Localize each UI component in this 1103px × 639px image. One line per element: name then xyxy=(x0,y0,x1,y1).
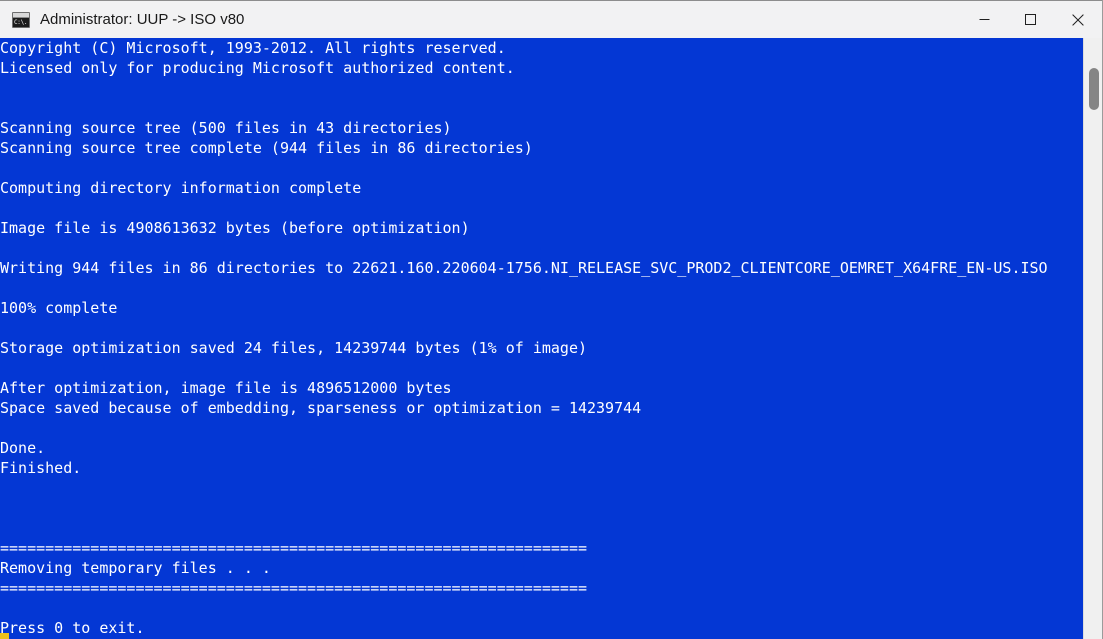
caption-buttons xyxy=(961,1,1103,39)
icon-prompt-text: C:\. xyxy=(13,17,29,27)
scrollbar-thumb[interactable] xyxy=(1089,68,1099,110)
console-text: Copyright (C) Microsoft, 1993-2012. All … xyxy=(0,39,1048,637)
close-icon xyxy=(1072,13,1084,26)
minimize-icon xyxy=(979,19,989,20)
console-window-icon: C:\. xyxy=(12,11,30,28)
console-output-area[interactable]: Copyright (C) Microsoft, 1993-2012. All … xyxy=(0,38,1103,639)
minimize-button[interactable] xyxy=(961,1,1007,39)
vertical-scrollbar[interactable] xyxy=(1083,38,1103,639)
title-bar-left: C:\. Administrator: UUP -> ISO v80 xyxy=(0,1,961,38)
text-cursor xyxy=(0,633,9,639)
title-bar[interactable]: C:\. Administrator: UUP -> ISO v80 xyxy=(0,0,1103,38)
close-button[interactable] xyxy=(1053,1,1103,39)
maximize-button[interactable] xyxy=(1007,1,1053,39)
console-window: C:\. Administrator: UUP -> ISO v80 Copyr… xyxy=(0,0,1103,639)
maximize-icon xyxy=(1024,14,1036,25)
window-title: Administrator: UUP -> ISO v80 xyxy=(40,11,245,28)
